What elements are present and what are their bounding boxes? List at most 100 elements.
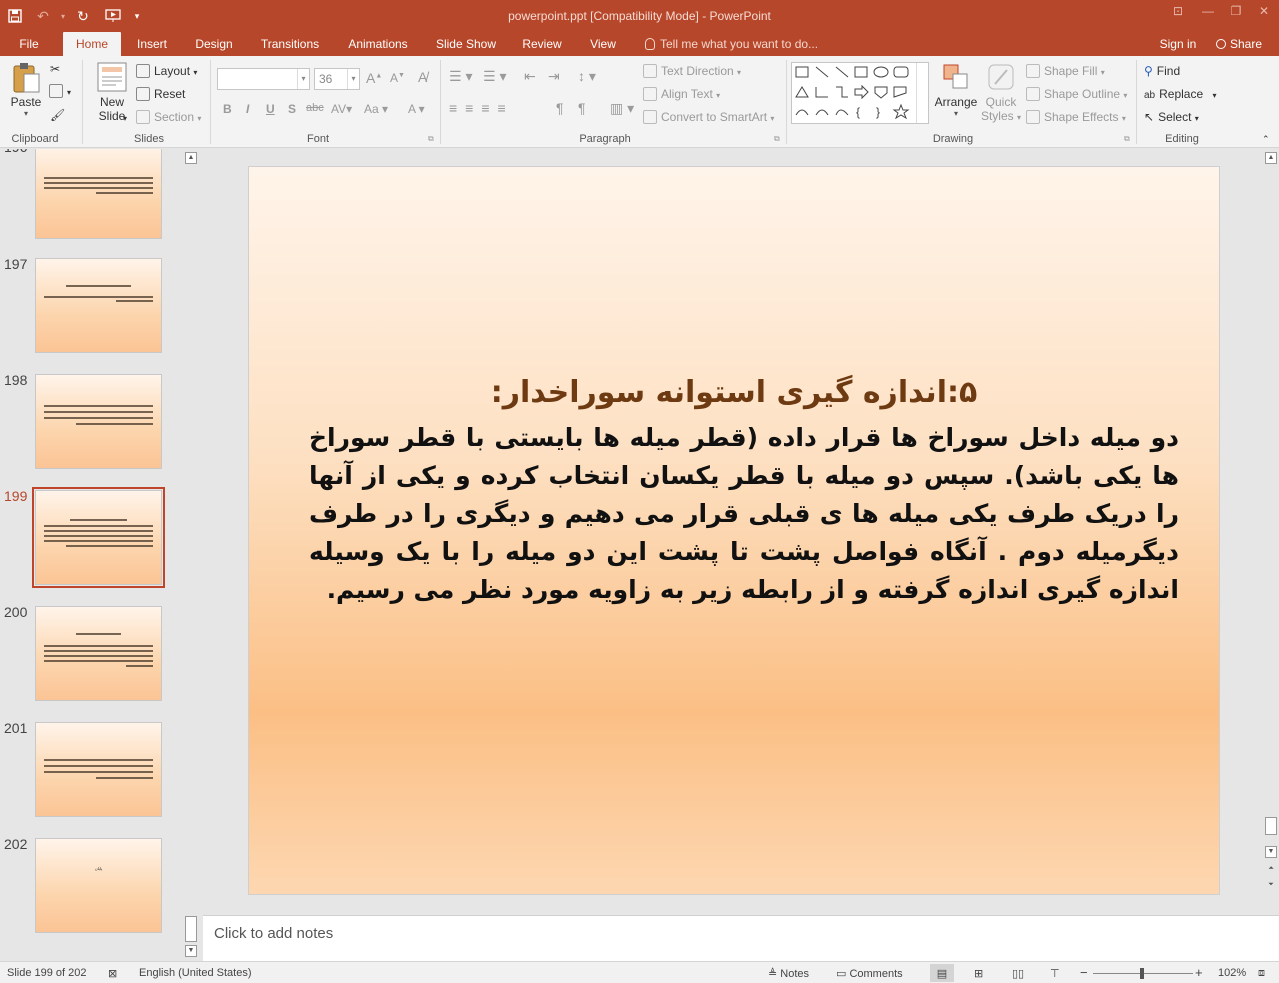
increase-font-icon[interactable]: A▲ <box>366 70 382 86</box>
normal-view-icon[interactable]: ▤ <box>930 964 954 982</box>
scroll-thumb[interactable] <box>1265 817 1277 835</box>
scroll-down-icon[interactable]: ▼ <box>185 945 197 957</box>
person-icon <box>1215 39 1226 49</box>
quick-styles-button[interactable]: Quick Styles ▾ <box>978 62 1024 123</box>
comments-toggle[interactable]: ▭ Comments <box>836 967 903 980</box>
text-shadow-icon[interactable]: S <box>288 102 296 116</box>
numbering-icon[interactable]: ☰ ▾ <box>483 68 506 85</box>
font-color-icon[interactable]: A ▾ <box>408 102 425 116</box>
decrease-font-icon[interactable]: A▼ <box>390 71 405 85</box>
restore-icon[interactable]: ❐ <box>1223 4 1249 24</box>
slide-thumbnail[interactable] <box>35 258 162 353</box>
slide-scrollbar[interactable]: ▲ ▼ ⏶ ⏷ <box>1263 149 1279 913</box>
clear-formatting-icon[interactable]: A̸ <box>418 69 427 85</box>
ltr-icon[interactable]: ¶ <box>578 100 586 116</box>
tab-review[interactable]: Review <box>518 32 566 56</box>
tell-me-search[interactable]: Tell me what you want to do... <box>645 32 818 56</box>
format-painter-icon[interactable]: 🖌 <box>50 108 65 122</box>
slide-thumbnail[interactable] <box>35 149 162 239</box>
slide-sorter-icon[interactable]: ⊞ <box>974 967 983 980</box>
notes-pane[interactable]: Click to add notes <box>203 915 1279 961</box>
zoom-slider-thumb[interactable] <box>1140 968 1144 979</box>
reset-button[interactable]: Reset <box>136 87 185 101</box>
slide-body-text[interactable]: دو میله داخل سوراخ ها قرار داده (قطر میل… <box>309 419 1179 609</box>
font-size-box[interactable]: 36 ▾ <box>314 68 360 90</box>
scroll-down-icon[interactable]: ▼ <box>1265 846 1277 858</box>
rtl-icon[interactable]: ¶ <box>556 100 564 116</box>
zoom-out-icon[interactable]: − <box>1080 965 1088 980</box>
slide-title[interactable]: ۵:اندازه گیری استوانه سوراخدار: <box>309 375 1159 410</box>
new-slide-dropdown-icon[interactable]: ▾ <box>123 114 127 123</box>
layout-button[interactable]: Layout ▾ <box>136 64 197 78</box>
next-slide-icon[interactable]: ⏷ <box>1265 880 1277 892</box>
replace-button[interactable]: ab Replace ▾ <box>1144 87 1217 101</box>
slide-thumbnail-selected[interactable] <box>32 487 165 588</box>
section-button[interactable]: Section ▾ <box>136 110 201 124</box>
minimize-icon[interactable]: — <box>1195 4 1221 24</box>
slide-thumbnail[interactable] <box>35 606 162 701</box>
scroll-up-icon[interactable]: ▲ <box>185 152 197 164</box>
underline-icon[interactable]: U <box>266 102 275 116</box>
fit-slide-icon[interactable]: ⧈ <box>1258 967 1265 980</box>
decrease-indent-icon[interactable]: ⇤ <box>524 68 536 85</box>
zoom-in-icon[interactable]: + <box>1195 965 1203 980</box>
slide-thumbnail[interactable]: پایان <box>35 838 162 933</box>
slide-thumbnail[interactable] <box>35 722 162 817</box>
reading-view-icon[interactable]: ▯▯ <box>1012 967 1024 980</box>
close-icon[interactable]: ✕ <box>1251 4 1277 24</box>
align-text-button[interactable]: Align Text ▾ <box>643 87 720 101</box>
slide-canvas[interactable]: ۵:اندازه گیری استوانه سوراخدار: دو میله … <box>248 166 1220 895</box>
italic-icon[interactable]: I <box>246 102 249 116</box>
tab-slide-show[interactable]: Slide Show <box>431 32 501 56</box>
alignment-icons[interactable]: ≡≡≡≡ <box>449 100 514 116</box>
zoom-level[interactable]: 102% <box>1218 967 1246 979</box>
shape-fill-button[interactable]: Shape Fill ▾ <box>1026 64 1105 78</box>
scroll-up-icon[interactable]: ▲ <box>1265 152 1277 164</box>
tab-transitions[interactable]: Transitions <box>254 32 326 56</box>
paragraph-dialog-launcher-icon[interactable]: ⧉ <box>774 134 780 144</box>
character-spacing-icon[interactable]: AV▾ <box>331 102 352 116</box>
tab-design[interactable]: Design <box>190 32 238 56</box>
thumbnails-scrollbar[interactable]: ▲ ▼ <box>183 149 199 961</box>
select-button[interactable]: ↖ Select ▾ <box>1144 110 1199 124</box>
collapse-ribbon-icon[interactable]: ⌃ <box>1262 134 1270 145</box>
shape-effects-button[interactable]: Shape Effects ▾ <box>1026 110 1126 124</box>
previous-slide-icon[interactable]: ⏶ <box>1265 864 1277 876</box>
thumb-number: 196 <box>4 149 30 155</box>
share-button[interactable]: Share <box>1208 32 1270 56</box>
change-case-icon[interactable]: Aa ▾ <box>364 102 388 116</box>
slide-thumbnail[interactable] <box>35 374 162 469</box>
tab-animations[interactable]: Animations <box>342 32 414 56</box>
slide-show-icon[interactable]: ⊤ <box>1050 967 1060 980</box>
convert-smartart-button[interactable]: Convert to SmartArt ▾ <box>643 110 774 124</box>
ribbon-tabs: File Home Insert Design Transitions Anim… <box>0 32 1279 56</box>
columns-icon[interactable]: ▥ ▾ <box>610 100 634 117</box>
sign-in-link[interactable]: Sign in <box>1154 32 1202 56</box>
tab-home[interactable]: Home <box>63 32 121 56</box>
increase-indent-icon[interactable]: ⇥ <box>548 68 560 85</box>
font-dialog-launcher-icon[interactable]: ⧉ <box>428 134 434 144</box>
notes-toggle[interactable]: ≜ Notes <box>768 967 809 980</box>
bold-icon[interactable]: B <box>223 102 232 116</box>
strikethrough-icon[interactable]: abc <box>306 102 324 114</box>
arrange-button[interactable]: Arrange ▾ <box>934 62 978 118</box>
copy-icon[interactable]: ▾ <box>49 84 71 98</box>
text-direction-button[interactable]: Text Direction ▾ <box>643 64 741 78</box>
tab-insert[interactable]: Insert <box>130 32 174 56</box>
font-name-box[interactable]: ▾ <box>217 68 310 90</box>
drawing-dialog-launcher-icon[interactable]: ⧉ <box>1124 134 1130 144</box>
shapes-gallery-scroll[interactable] <box>916 63 928 123</box>
line-spacing-icon[interactable]: ↕ ▾ <box>578 68 596 85</box>
cut-icon[interactable]: ✂ <box>50 62 60 76</box>
tab-file[interactable]: File <box>10 32 48 56</box>
shape-outline-button[interactable]: Shape Outline ▾ <box>1026 87 1127 101</box>
bullets-icon[interactable]: ☰ ▾ <box>449 68 472 85</box>
tab-view[interactable]: View <box>584 32 622 56</box>
ribbon-display-options-icon[interactable]: ⊡ <box>1165 4 1191 24</box>
find-button[interactable]: ⚲ Find <box>1144 64 1180 78</box>
paste-button[interactable]: Paste ▾ <box>8 62 44 118</box>
spell-check-icon[interactable]: ⊠ <box>108 967 117 980</box>
language-indicator[interactable]: English (United States) <box>139 967 252 979</box>
shapes-gallery[interactable]: {} <box>791 62 929 124</box>
scroll-thumb[interactable] <box>185 916 197 942</box>
